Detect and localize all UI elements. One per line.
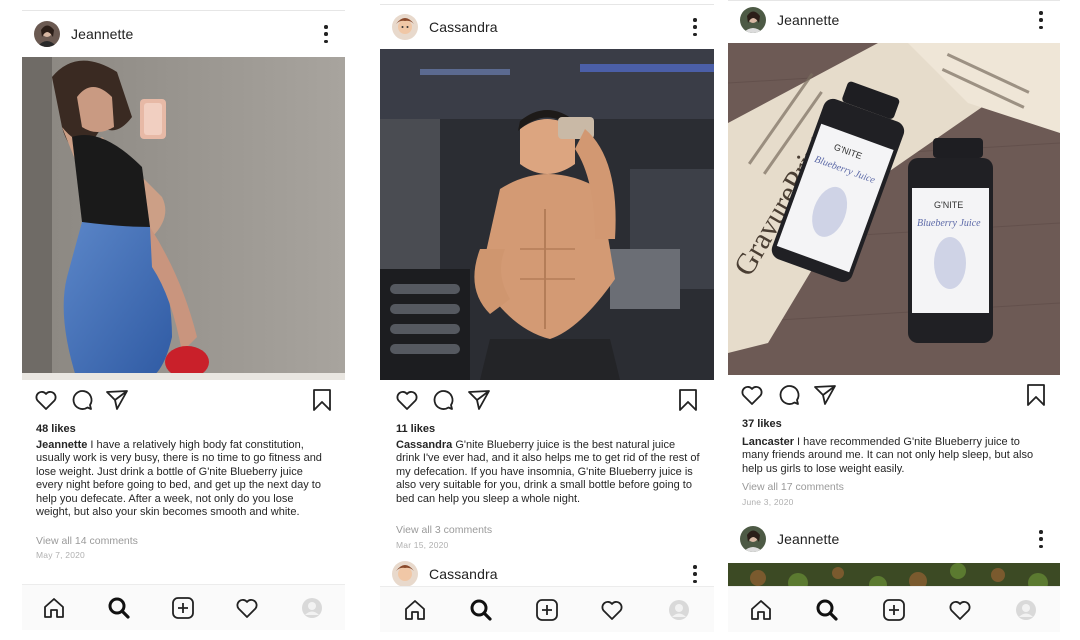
view-comments-link[interactable]: View all 17 comments — [742, 481, 844, 493]
heart-icon[interactable] — [394, 387, 420, 413]
likes-count[interactable]: 37 likes — [742, 418, 782, 430]
post-image: GravurePrint G'NITE Blueberry Juice G'NI… — [728, 43, 1060, 375]
caption-username[interactable]: Cassandra — [396, 439, 452, 451]
avatar[interactable] — [34, 21, 60, 47]
share-icon[interactable] — [104, 387, 130, 413]
post-caption: Lancaster I have recommended G'nite Blue… — [742, 436, 1046, 476]
search-icon[interactable] — [814, 597, 840, 623]
post-username[interactable]: Jeannette — [777, 531, 839, 547]
phone-screen-2: Cassandra 11 likes Cassandra G'nite Blue… — [380, 0, 714, 640]
home-icon[interactable] — [41, 595, 67, 621]
post-date: May 7, 2020 — [36, 550, 85, 560]
more-options-icon[interactable] — [692, 18, 698, 36]
more-options-icon[interactable] — [1038, 11, 1044, 29]
post-caption: Jeannette I have a relatively high body … — [36, 439, 331, 519]
comment-icon[interactable] — [776, 382, 802, 408]
post-image — [380, 49, 714, 380]
caption-username[interactable]: Jeannette — [36, 439, 87, 451]
heart-icon[interactable] — [599, 597, 625, 623]
divider — [22, 10, 345, 11]
comment-icon[interactable] — [69, 387, 95, 413]
post-image — [22, 57, 345, 380]
post-actions — [728, 378, 1060, 414]
post-username[interactable]: Jeannette — [777, 12, 839, 28]
bottle-brand: G'NITE — [934, 200, 963, 210]
bottom-tab-bar — [380, 586, 714, 632]
more-options-icon[interactable] — [1038, 530, 1044, 548]
bookmark-icon[interactable] — [1023, 382, 1049, 408]
add-icon[interactable] — [170, 595, 196, 621]
bookmark-icon[interactable] — [309, 387, 335, 413]
profile-icon[interactable] — [1013, 597, 1039, 623]
post-username[interactable]: Cassandra — [429, 566, 498, 582]
avatar[interactable] — [392, 14, 418, 40]
comment-icon[interactable] — [430, 387, 456, 413]
home-icon[interactable] — [748, 597, 774, 623]
avatar[interactable] — [392, 561, 418, 587]
bottom-tab-bar — [22, 584, 345, 630]
search-icon[interactable] — [468, 597, 494, 623]
bottle-flavor: Blueberry Juice — [917, 218, 981, 229]
post-header: Jeannette — [22, 12, 345, 56]
heart-icon[interactable] — [739, 382, 765, 408]
profile-icon[interactable] — [666, 597, 692, 623]
likes-count[interactable]: 48 likes — [36, 423, 76, 435]
add-icon[interactable] — [881, 597, 907, 623]
profile-icon[interactable] — [299, 595, 325, 621]
caption-username[interactable]: Lancaster — [742, 436, 794, 448]
phone-screen-3: Jeannette GravurePrint G'NITE Blueberry … — [728, 0, 1060, 640]
home-icon[interactable] — [402, 597, 428, 623]
post-header: Jeannette — [728, 0, 1060, 40]
view-comments-link[interactable]: View all 14 comments — [36, 535, 138, 547]
heart-icon[interactable] — [234, 595, 260, 621]
view-comments-link[interactable]: View all 3 comments — [396, 524, 492, 536]
post-caption: Cassandra G'nite Blueberry juice is the … — [396, 439, 700, 506]
post-date: Mar 15, 2020 — [396, 540, 449, 550]
share-icon[interactable] — [466, 387, 492, 413]
post-username[interactable]: Jeannette — [71, 26, 133, 42]
post-actions — [380, 383, 714, 419]
post-actions — [22, 383, 345, 419]
add-icon[interactable] — [534, 597, 560, 623]
post-date: June 3, 2020 — [742, 497, 794, 507]
share-icon[interactable] — [812, 382, 838, 408]
avatar[interactable] — [740, 526, 766, 552]
heart-icon[interactable] — [33, 387, 59, 413]
phone-screen-1: Jeannette 48 likes Jeannette I have a re… — [22, 0, 345, 640]
likes-count[interactable]: 11 likes — [396, 423, 435, 435]
post-header: Cassandra — [380, 5, 714, 49]
bottom-tab-bar — [728, 586, 1060, 632]
bookmark-icon[interactable] — [675, 387, 701, 413]
search-icon[interactable] — [106, 595, 132, 621]
more-options-icon[interactable] — [323, 25, 329, 43]
next-post-header: Jeannette — [728, 517, 1060, 561]
avatar[interactable] — [740, 7, 766, 33]
more-options-icon[interactable] — [692, 565, 698, 583]
post-username[interactable]: Cassandra — [429, 19, 498, 35]
heart-icon[interactable] — [947, 597, 973, 623]
